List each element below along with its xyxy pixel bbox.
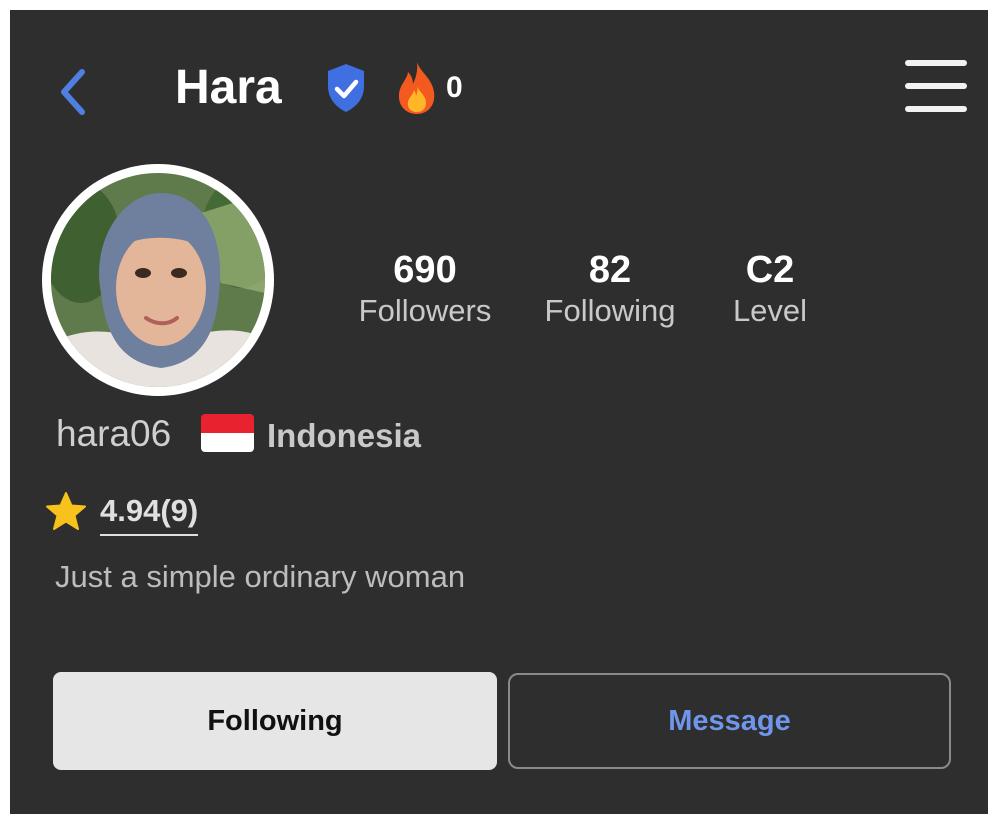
following-count: 82 xyxy=(588,249,632,291)
profile-name: Hara xyxy=(175,61,282,114)
message-button[interactable]: Message xyxy=(508,673,951,769)
fire-icon xyxy=(394,60,440,116)
level-label: Level xyxy=(732,293,808,328)
menu-button[interactable] xyxy=(905,60,969,114)
star-icon xyxy=(44,490,88,534)
top-bar: Hara 0 xyxy=(10,10,988,160)
indonesia-flag-icon xyxy=(201,414,254,452)
following-button[interactable]: Following xyxy=(53,672,497,770)
avatar[interactable] xyxy=(42,164,274,396)
following-label: Following xyxy=(544,293,676,328)
back-button[interactable] xyxy=(54,62,94,122)
username: hara06 xyxy=(56,413,172,454)
bio-text: Just a simple ordinary woman xyxy=(55,559,466,594)
stat-followers[interactable]: 690 Followers xyxy=(350,248,500,330)
profile-photo xyxy=(51,173,265,387)
followers-label: Followers xyxy=(358,293,492,328)
chevron-left-icon xyxy=(61,69,85,115)
stat-following[interactable]: 82 Following xyxy=(535,248,685,330)
country-name: Indonesia xyxy=(267,417,422,454)
stat-level[interactable]: C2 Level xyxy=(710,248,830,330)
rating-link[interactable]: 4.94(9) xyxy=(100,492,199,536)
profile-screen: Hara 0 690 Followers 82 Following C2 Lev… xyxy=(10,10,988,814)
verified-badge-icon xyxy=(324,62,368,114)
fire-count: 0 xyxy=(446,71,463,104)
level-value: C2 xyxy=(745,249,795,291)
followers-count: 690 xyxy=(393,249,457,291)
